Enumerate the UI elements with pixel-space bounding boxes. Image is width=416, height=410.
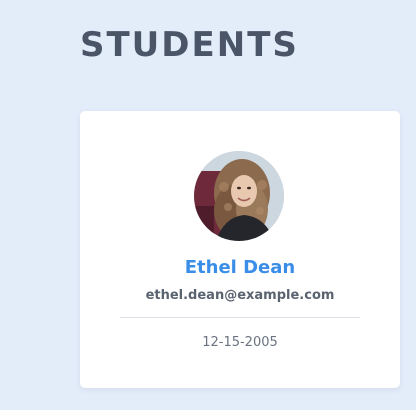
avatar-photo [194,151,284,241]
student-date: 12-15-2005 [202,335,278,350]
student-name[interactable]: Ethel Dean [80,257,400,279]
divider [120,317,360,318]
page-title: STUDENTS [80,25,299,65]
avatar [194,151,284,241]
student-card[interactable]: Ethel Dean ethel.dean@example.com 12-15-… [80,111,400,388]
student-email: ethel.dean@example.com [145,288,335,303]
